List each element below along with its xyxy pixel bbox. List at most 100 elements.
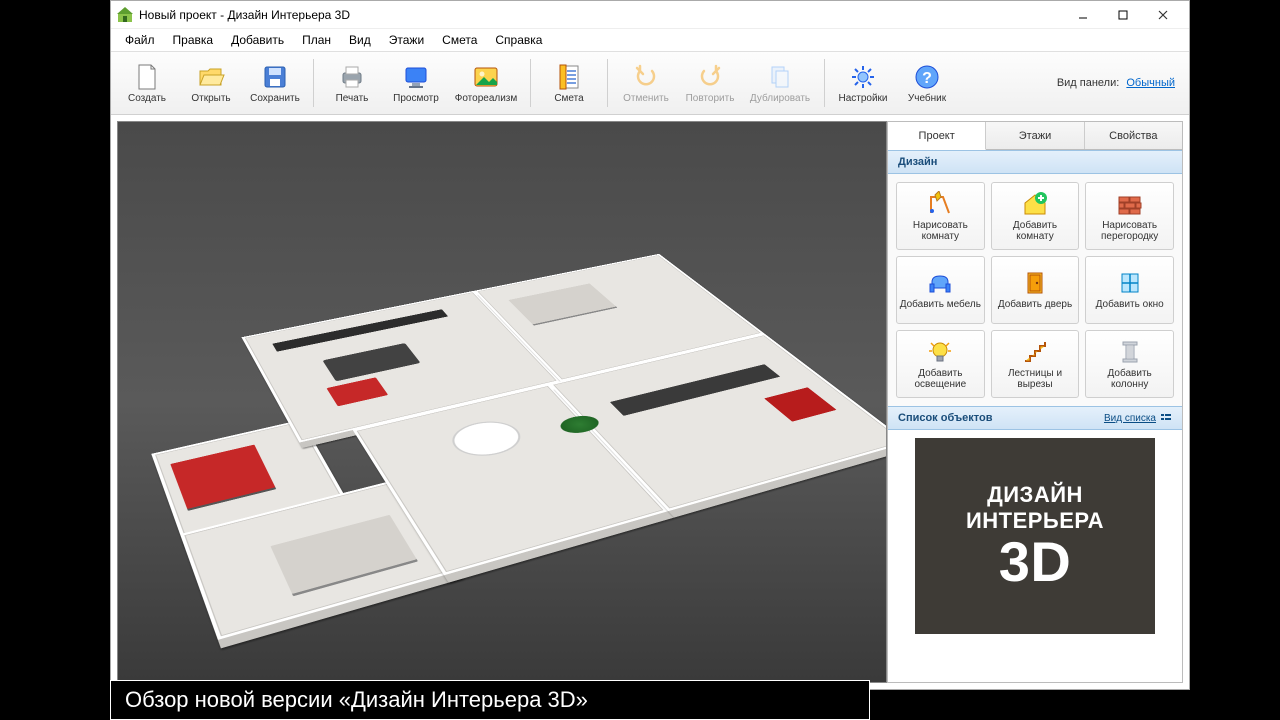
- column-icon: [1117, 339, 1143, 365]
- furniture-icon: [927, 270, 953, 296]
- side-panel: Проект Этажи Свойства Дизайн Нарисовать …: [887, 121, 1183, 683]
- toolbar-label: Смета: [554, 93, 583, 104]
- svg-text:?: ?: [922, 70, 932, 87]
- app-window: Новый проект - Дизайн Интерьера 3D Файл …: [110, 0, 1190, 690]
- toolbar-photorealism-button[interactable]: Фотореализм: [450, 54, 522, 112]
- toolbar-label: Настройки: [838, 93, 887, 104]
- file-new-icon: [133, 63, 161, 91]
- toolbar-label: Сохранить: [250, 93, 300, 104]
- list-view-label: Вид списка: [1104, 413, 1156, 424]
- panel-mode-label: Вид панели:: [1057, 77, 1119, 89]
- toolbar-redo-button[interactable]: Повторить: [680, 54, 740, 112]
- toolbar-open-button[interactable]: Открыть: [181, 54, 241, 112]
- tab-project[interactable]: Проект: [888, 122, 986, 150]
- partition-icon: [1117, 191, 1143, 217]
- object-list[interactable]: ДИЗАЙН ИНТЕРЬЕРА 3D: [888, 430, 1182, 682]
- redo-icon: [696, 63, 724, 91]
- draw-partition-button[interactable]: Нарисовать перегородку: [1085, 182, 1174, 250]
- promo-line3: 3D: [999, 534, 1072, 590]
- titlebar: Новый проект - Дизайн Интерьера 3D: [111, 1, 1189, 29]
- menu-help[interactable]: Справка: [487, 31, 550, 49]
- light-icon: [927, 339, 953, 365]
- toolbar-label: Открыть: [191, 93, 230, 104]
- undo-icon: [632, 63, 660, 91]
- toolbar-label: Печать: [336, 93, 369, 104]
- toolbar-label: Учебник: [908, 93, 946, 104]
- add-lighting-button[interactable]: Добавить освещение: [896, 330, 985, 398]
- floorplan-render: [118, 122, 886, 682]
- design-btn-label: Добавить освещение: [899, 368, 982, 390]
- door-icon: [1022, 270, 1048, 296]
- menu-floors[interactable]: Этажи: [381, 31, 432, 49]
- toolbar-undo-button[interactable]: Отменить: [616, 54, 676, 112]
- window-icon: [1117, 270, 1143, 296]
- 3d-viewport[interactable]: [117, 121, 887, 683]
- photo-icon: [472, 63, 500, 91]
- caption-text: Обзор новой версии «Дизайн Интерьера 3D»: [125, 687, 588, 713]
- toolbar-estimate-button[interactable]: Смета: [539, 54, 599, 112]
- menu-view[interactable]: Вид: [341, 31, 379, 49]
- window-minimize[interactable]: [1063, 3, 1103, 27]
- tab-properties[interactable]: Свойства: [1085, 122, 1182, 149]
- stairs-cutouts-button[interactable]: Лестницы и вырезы: [991, 330, 1080, 398]
- draw-room-button[interactable]: Нарисовать комнату: [896, 182, 985, 250]
- menu-file[interactable]: Файл: [117, 31, 163, 49]
- objects-section-title: Список объектов: [898, 412, 992, 424]
- menubar: Файл Правка Добавить План Вид Этажи Смет…: [111, 29, 1189, 51]
- add-room-button[interactable]: Добавить комнату: [991, 182, 1080, 250]
- toolbar-label: Дублировать: [750, 93, 810, 104]
- menu-add[interactable]: Добавить: [223, 31, 292, 49]
- tab-floors[interactable]: Этажи: [986, 122, 1084, 149]
- toolbar-label: Повторить: [686, 93, 735, 104]
- video-caption: Обзор новой версии «Дизайн Интерьера 3D»: [110, 680, 870, 720]
- menu-estimate[interactable]: Смета: [434, 31, 485, 49]
- toolbar-tutorial-button[interactable]: ? Учебник: [897, 54, 957, 112]
- design-btn-label: Добавить окно: [1096, 299, 1164, 310]
- design-btn-label: Нарисовать комнату: [899, 220, 982, 242]
- promo-line1: ДИЗАЙН: [987, 482, 1083, 508]
- copy-icon: [766, 63, 794, 91]
- list-view-icon: [1160, 412, 1172, 424]
- add-column-button[interactable]: Добавить колонну: [1085, 330, 1174, 398]
- toolbar-duplicate-button[interactable]: Дублировать: [744, 54, 816, 112]
- save-icon: [261, 63, 289, 91]
- add-window-button[interactable]: Добавить окно: [1085, 256, 1174, 324]
- estimate-icon: [555, 63, 583, 91]
- toolbar-separator: [824, 59, 825, 107]
- menu-plan[interactable]: План: [294, 31, 339, 49]
- toolbar-label: Просмотр: [393, 93, 439, 104]
- stairs-icon: [1022, 339, 1048, 365]
- design-btn-label: Нарисовать перегородку: [1088, 220, 1171, 242]
- toolbar-label: Фотореализм: [455, 93, 518, 104]
- panel-mode-link[interactable]: Обычный: [1126, 77, 1175, 89]
- menu-edit[interactable]: Правка: [165, 31, 222, 49]
- panel-tabs: Проект Этажи Свойства: [888, 122, 1182, 150]
- design-btn-label: Добавить колонну: [1088, 368, 1171, 390]
- toolbar-print-button[interactable]: Печать: [322, 54, 382, 112]
- draw-room-icon: [927, 191, 953, 217]
- panel-mode-control: Вид панели: Обычный: [1057, 77, 1183, 89]
- toolbar-label: Отменить: [623, 93, 669, 104]
- design-btn-label: Лестницы и вырезы: [994, 368, 1077, 390]
- print-icon: [338, 63, 366, 91]
- add-furniture-button[interactable]: Добавить мебель: [896, 256, 985, 324]
- toolbar-new-button[interactable]: Создать: [117, 54, 177, 112]
- toolbar-save-button[interactable]: Сохранить: [245, 54, 305, 112]
- promo-banner: ДИЗАЙН ИНТЕРЬЕРА 3D: [915, 438, 1155, 634]
- window-maximize[interactable]: [1103, 3, 1143, 27]
- design-btn-label: Добавить мебель: [900, 299, 981, 310]
- toolbar-separator: [313, 59, 314, 107]
- monitor-icon: [402, 63, 430, 91]
- toolbar-separator: [530, 59, 531, 107]
- add-door-button[interactable]: Добавить дверь: [991, 256, 1080, 324]
- toolbar-settings-button[interactable]: Настройки: [833, 54, 893, 112]
- design-section-title: Дизайн: [898, 156, 937, 168]
- help-icon: ?: [913, 63, 941, 91]
- window-close[interactable]: [1143, 3, 1183, 27]
- toolbar-preview-button[interactable]: Просмотр: [386, 54, 446, 112]
- toolbar: Создать Открыть Сохранить Печать Просмот…: [111, 51, 1189, 115]
- window-title: Новый проект - Дизайн Интерьера 3D: [139, 8, 350, 22]
- gear-icon: [849, 63, 877, 91]
- list-view-toggle[interactable]: Вид списка: [1104, 412, 1172, 424]
- design-btn-label: Добавить комнату: [994, 220, 1077, 242]
